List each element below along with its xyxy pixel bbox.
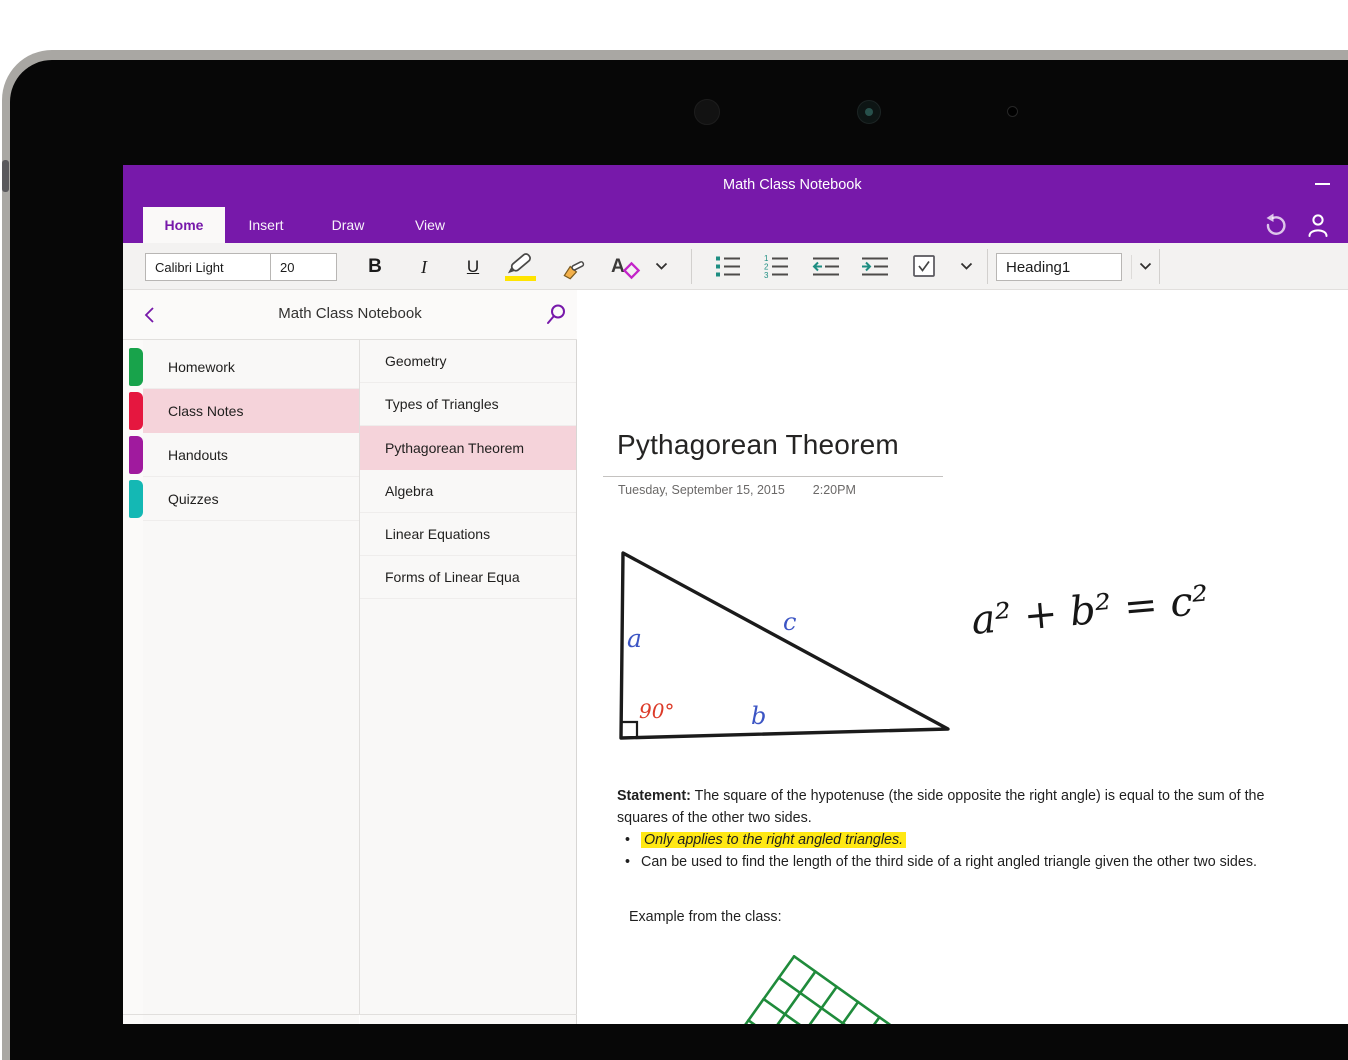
highlighter-icon[interactable] xyxy=(501,252,543,282)
font-options-chevron-icon[interactable] xyxy=(655,261,668,272)
app-body: Math Class Notebook Homework Class Notes… xyxy=(123,290,1348,1024)
app-title: Math Class Notebook xyxy=(723,177,862,193)
toolbar-separator xyxy=(691,249,692,284)
section-color-tab-quizzes[interactable] xyxy=(129,480,143,518)
format-painter-icon[interactable] xyxy=(555,253,591,281)
font-color-icon[interactable]: A xyxy=(609,252,643,282)
sensor-dot xyxy=(694,99,720,125)
tab-draw[interactable]: Draw xyxy=(307,207,389,243)
triangle-label-angle: 90° xyxy=(639,699,674,723)
toolbar-separator xyxy=(987,249,988,284)
bullet-item: • Only applies to the right angled trian… xyxy=(625,832,907,848)
toolbar-separator xyxy=(1159,249,1160,284)
tab-home[interactable]: Home xyxy=(143,207,225,243)
italic-button[interactable]: I xyxy=(410,253,438,281)
tags-chevron-icon[interactable] xyxy=(960,261,973,272)
right-angle-marker xyxy=(622,720,639,737)
green-square-grid xyxy=(716,955,903,1024)
undo-icon[interactable] xyxy=(1260,212,1286,238)
highlighted-note: Only applies to the right angled triangl… xyxy=(641,832,907,848)
statement-text: The square of the hypotenuse (the side o… xyxy=(617,788,1265,826)
page-item-pythagorean-theorem[interactable]: Pythagorean Theorem xyxy=(360,426,576,470)
right-triangle-drawing: a c b 90° xyxy=(619,551,950,740)
section-color-tab-homework[interactable] xyxy=(129,348,143,386)
todo-checkbox-icon[interactable] xyxy=(912,254,936,278)
notebook-header: Math Class Notebook xyxy=(123,290,577,340)
indent-icon[interactable] xyxy=(860,253,890,280)
page-item-types-of-triangles[interactable]: Types of Triangles xyxy=(360,383,576,426)
statement-label: Statement: xyxy=(617,788,691,804)
page-canvas[interactable]: Pythagorean Theorem Tuesday, September 1… xyxy=(577,415,1348,1024)
bullet-marker: • xyxy=(625,832,631,848)
font-size-input[interactable]: 20 xyxy=(270,253,337,281)
style-chevron-icon[interactable] xyxy=(1139,261,1152,272)
ribbon-tab-bar: Home Insert Draw View xyxy=(123,207,1348,243)
bullet-list-icon[interactable] xyxy=(714,253,742,280)
onenote-app-window: Math Class Notebook Home Insert Draw Vie… xyxy=(123,165,1348,1024)
sidebar-bottom-divider xyxy=(123,1014,577,1015)
sidebar-item-class-notes[interactable]: Class Notes xyxy=(143,389,359,433)
search-icon[interactable] xyxy=(545,303,568,327)
bullet-marker: • xyxy=(625,854,631,870)
bullet-text: Can be used to find the length of the th… xyxy=(641,854,1257,870)
minimize-icon[interactable] xyxy=(1315,183,1330,185)
style-selector[interactable]: Heading1 xyxy=(996,253,1122,281)
underline-button[interactable]: U xyxy=(459,253,487,281)
toolbar-separator xyxy=(1131,255,1132,279)
page-item-algebra[interactable]: Algebra xyxy=(360,470,576,513)
camera-lens-inner xyxy=(865,108,873,116)
statement-paragraph: Statement: The square of the hypotenuse … xyxy=(617,786,1297,829)
example-label: Example from the class: xyxy=(629,909,782,925)
font-name-input[interactable]: Calibri Light xyxy=(145,253,271,281)
page-item-forms-of-linear-equa[interactable]: Forms of Linear Equa xyxy=(360,556,576,599)
section-color-tab-handouts[interactable] xyxy=(129,436,143,474)
title-bar: Math Class Notebook xyxy=(123,165,1348,207)
svg-text:3: 3 xyxy=(764,271,769,280)
person-icon[interactable] xyxy=(1305,212,1331,238)
bold-button[interactable]: B xyxy=(361,253,389,281)
sidebar-item-homework[interactable]: Homework xyxy=(143,345,359,389)
sidebar-item-handouts[interactable]: Handouts xyxy=(143,433,359,477)
tab-view[interactable]: View xyxy=(389,207,471,243)
svg-text:A: A xyxy=(611,256,625,277)
formatting-toolbar: Calibri Light 20 B I U A 1 2 3 Heading1 xyxy=(123,243,1348,290)
section-color-tab-class-notes[interactable] xyxy=(129,392,143,430)
page-item-linear-equations[interactable]: Linear Equations xyxy=(360,513,576,556)
tab-insert[interactable]: Insert xyxy=(225,207,307,243)
notebook-title: Math Class Notebook xyxy=(278,305,422,322)
outdent-icon[interactable] xyxy=(811,253,841,280)
bullet-item: • Can be used to find the length of the … xyxy=(625,854,1257,870)
triangle-label-b: b xyxy=(751,702,766,730)
sidebar-item-quizzes[interactable]: Quizzes xyxy=(143,477,359,521)
device-side-button xyxy=(2,160,9,192)
page-item-geometry[interactable]: Geometry xyxy=(360,340,576,383)
ink-drawing-layer: a c b 90° xyxy=(619,551,950,1024)
microphone-dot xyxy=(1007,106,1018,117)
numbered-list-icon[interactable]: 1 2 3 xyxy=(762,253,790,280)
triangle-label-c: c xyxy=(783,608,796,636)
triangle-label-a: a xyxy=(627,624,642,653)
